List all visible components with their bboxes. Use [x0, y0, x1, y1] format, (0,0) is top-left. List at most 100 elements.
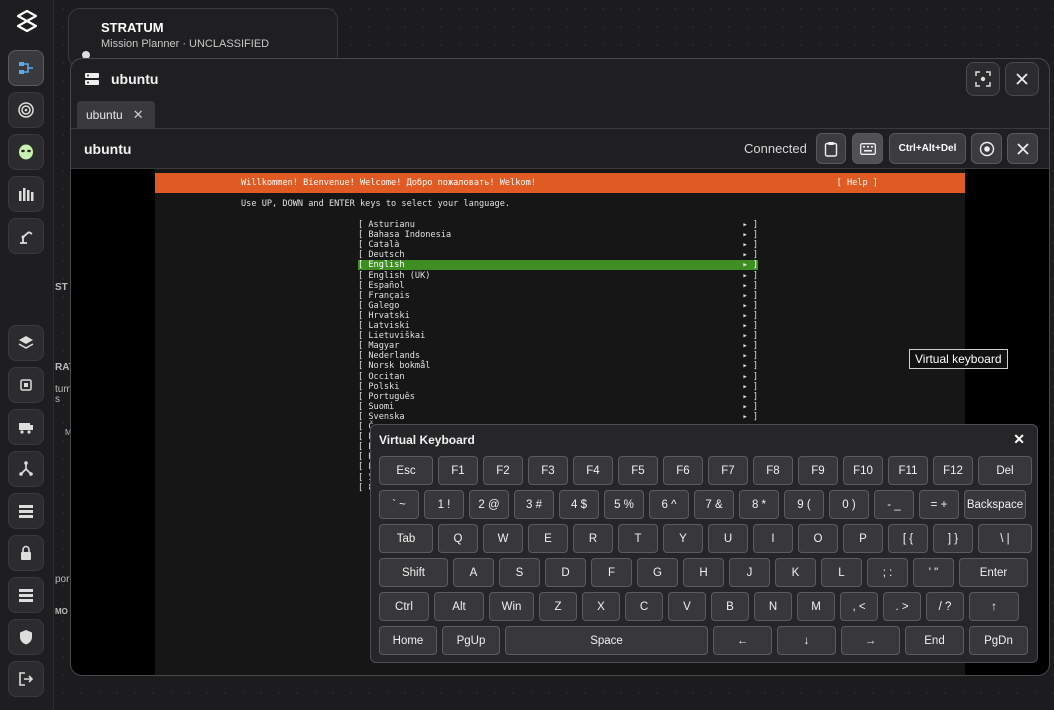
key-ctrl[interactable]: Ctrl [379, 592, 429, 621]
language-option[interactable]: [ Nederlands ▸ ] [358, 351, 758, 361]
record-button[interactable] [971, 133, 1002, 164]
key-z[interactable]: Z [539, 592, 577, 621]
key-home[interactable]: Home [379, 626, 437, 655]
language-option[interactable]: [ Bahasa Indonesia ▸ ] [358, 230, 758, 240]
key-f[interactable]: F [591, 558, 632, 587]
key-[interactable]: ` ~ [379, 490, 419, 519]
key-[interactable]: - _ [874, 490, 914, 519]
tab-close-icon[interactable]: ✕ [133, 107, 144, 123]
key-k[interactable]: K [775, 558, 816, 587]
network-nav-button[interactable] [8, 451, 44, 487]
mission-nav-button[interactable] [8, 50, 44, 86]
key-0[interactable]: 0 ) [829, 490, 869, 519]
key-9[interactable]: 9 ( [784, 490, 824, 519]
key-[interactable]: , < [840, 592, 878, 621]
fullscreen-button[interactable] [966, 62, 1000, 96]
key-v[interactable]: V [668, 592, 706, 621]
key-[interactable]: ↑ [969, 592, 1019, 621]
key-t[interactable]: T [618, 524, 658, 553]
key-[interactable]: ; : [867, 558, 908, 587]
language-option[interactable]: [ Français ▸ ] [358, 291, 758, 301]
language-option[interactable]: [ Norsk bokmål ▸ ] [358, 361, 758, 371]
key-4[interactable]: 4 $ [559, 490, 599, 519]
key-3[interactable]: 3 # [514, 490, 554, 519]
key-g[interactable]: G [637, 558, 678, 587]
key-f8[interactable]: F8 [753, 456, 793, 485]
key-7[interactable]: 7 & [694, 490, 734, 519]
key-j[interactable]: J [729, 558, 770, 587]
key-e[interactable]: E [528, 524, 568, 553]
key-p[interactable]: P [843, 524, 883, 553]
key-tab[interactable]: Tab [379, 524, 433, 553]
key-[interactable]: → [841, 626, 900, 655]
key-y[interactable]: Y [663, 524, 703, 553]
keyboard-toggle-button[interactable] [852, 133, 883, 164]
language-option[interactable]: [ English (UK) ▸ ] [358, 271, 758, 281]
language-option[interactable]: [ Deutsch ▸ ] [358, 250, 758, 260]
key-b[interactable]: B [711, 592, 749, 621]
key-f5[interactable]: F5 [618, 456, 658, 485]
key-del[interactable]: Del [978, 456, 1032, 485]
language-option[interactable]: [ Català ▸ ] [358, 240, 758, 250]
key-f1[interactable]: F1 [438, 456, 478, 485]
key-win[interactable]: Win [489, 592, 534, 621]
key-u[interactable]: U [708, 524, 748, 553]
key-[interactable]: ← [713, 626, 772, 655]
disconnect-button[interactable] [1007, 133, 1038, 164]
key-f12[interactable]: F12 [933, 456, 973, 485]
logout-nav-button[interactable] [8, 661, 44, 697]
key-f9[interactable]: F9 [798, 456, 838, 485]
stratum-logo-icon[interactable] [15, 9, 39, 33]
window-close-button[interactable] [1005, 62, 1039, 96]
key-x[interactable]: X [582, 592, 620, 621]
target-nav-button[interactable] [8, 92, 44, 128]
key-a[interactable]: A [453, 558, 494, 587]
language-option[interactable]: [ Galego ▸ ] [358, 301, 758, 311]
key-alt[interactable]: Alt [434, 592, 484, 621]
key-[interactable]: = + [919, 490, 959, 519]
key-backspace[interactable]: Backspace [964, 490, 1026, 519]
key-5[interactable]: 5 % [604, 490, 644, 519]
key-f7[interactable]: F7 [708, 456, 748, 485]
key-c[interactable]: C [625, 592, 663, 621]
language-option[interactable]: [ Occitan ▸ ] [358, 372, 758, 382]
key-[interactable]: ↓ [777, 626, 836, 655]
language-option[interactable]: [ Lietuviškai ▸ ] [358, 331, 758, 341]
key-r[interactable]: R [573, 524, 613, 553]
clipboard-button[interactable] [816, 133, 846, 164]
key-h[interactable]: H [683, 558, 724, 587]
key-pgup[interactable]: PgUp [442, 626, 500, 655]
assets-nav-button[interactable] [8, 176, 44, 212]
key-[interactable]: / ? [926, 592, 964, 621]
key-s[interactable]: S [499, 558, 540, 587]
vehicle-nav-button[interactable] [8, 409, 44, 445]
key-l[interactable]: L [821, 558, 862, 587]
robot-arm-nav-button[interactable] [8, 218, 44, 254]
language-option[interactable]: [ Español ▸ ] [358, 281, 758, 291]
server-nav-button[interactable] [8, 577, 44, 613]
key-m[interactable]: M [797, 592, 835, 621]
key-[interactable]: ' " [913, 558, 954, 587]
remote-screen[interactable]: Willkommen! Bienvenue! Welcome! Добро по… [71, 169, 1049, 675]
key-2[interactable]: 2 @ [469, 490, 509, 519]
key-end[interactable]: End [905, 626, 964, 655]
key-f3[interactable]: F3 [528, 456, 568, 485]
lock-nav-button[interactable] [8, 535, 44, 571]
key-enter[interactable]: Enter [959, 558, 1028, 587]
language-option[interactable]: [ Português ▸ ] [358, 392, 758, 402]
language-option[interactable]: [ Suomi ▸ ] [358, 402, 758, 412]
tab-ubuntu[interactable]: ubuntu ✕ [77, 101, 155, 129]
key-f4[interactable]: F4 [573, 456, 613, 485]
language-option[interactable]: [ Asturianu ▸ ] [358, 220, 758, 230]
list-nav-button[interactable] [8, 493, 44, 529]
key-[interactable]: . > [883, 592, 921, 621]
key-f11[interactable]: F11 [888, 456, 928, 485]
key-[interactable]: \ | [978, 524, 1032, 553]
key-1[interactable]: 1 ! [424, 490, 464, 519]
chip-nav-button[interactable] [8, 367, 44, 403]
virtual-keyboard-close-icon[interactable]: ✕ [1013, 431, 1025, 448]
key-w[interactable]: W [483, 524, 523, 553]
alien-nav-button[interactable] [8, 134, 44, 170]
key-pgdn[interactable]: PgDn [969, 626, 1028, 655]
key-f10[interactable]: F10 [843, 456, 883, 485]
